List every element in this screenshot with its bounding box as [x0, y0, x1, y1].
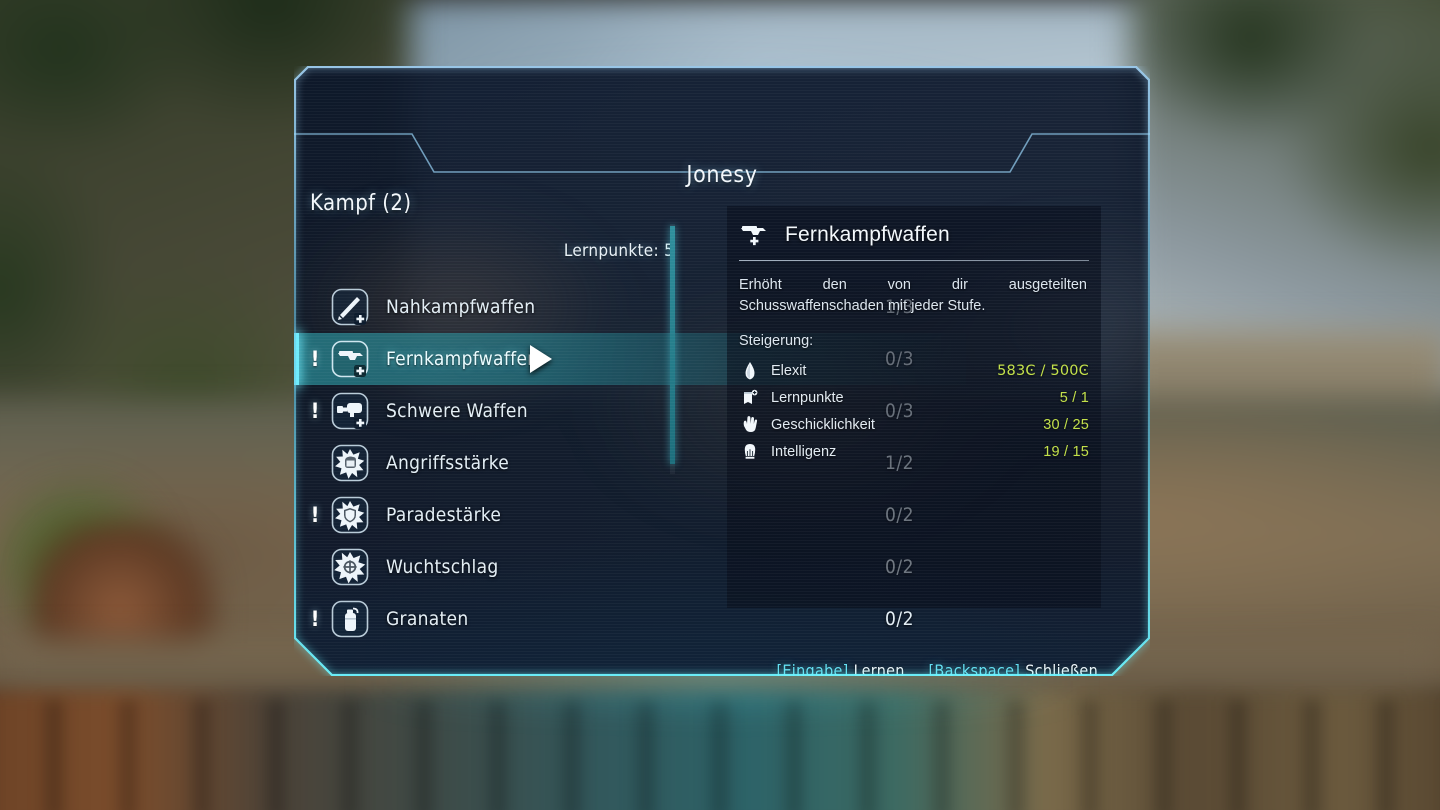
grenade-icon [330, 599, 370, 639]
hint-key-eingabe[interactable]: [Eingabe] [776, 661, 848, 676]
shield-burst-icon [330, 495, 370, 535]
requirement-row-geschicklichkeit: Geschicklichkeit 30 / 25 [739, 411, 1089, 438]
cursor-arrow-icon [530, 345, 552, 373]
detail-description: Erhöht den von dir ausgeteilten Schusswa… [739, 277, 1087, 314]
skill-name: Nahkampfwaffen [386, 296, 536, 318]
skill-list-scrollbar-thumb[interactable] [670, 226, 675, 464]
hand-icon [739, 415, 761, 435]
elexit-icon [739, 361, 761, 381]
hint-key-backspace[interactable]: [Backspace] [928, 661, 1020, 676]
crosshair-burst-icon [330, 547, 370, 587]
hint-action-lernen: Lernen [853, 661, 905, 676]
requirement-label: Lernpunkte [771, 389, 844, 406]
skill-name: Angriffsstärke [386, 452, 510, 474]
skill-name: Wuchtschlag [386, 556, 499, 578]
alert-icon: ! [310, 347, 320, 371]
alert-icon: ! [310, 503, 320, 527]
skill-name: Paradestärke [386, 504, 502, 526]
skill-rank: 0/2 [884, 608, 914, 630]
ranged-weapon-icon [330, 339, 370, 379]
skill-name: Fernkampfwaffen [386, 348, 539, 370]
skill-detail-panel: Fernkampfwaffen Erhöht den von dir ausge… [727, 206, 1101, 608]
alert-icon: ! [310, 607, 320, 631]
requirement-row-elexit: Elexit 583Ͼ / 500Ͼ [739, 357, 1089, 384]
character-name: Jonesy [686, 162, 758, 188]
alert-icon: ! [310, 399, 320, 423]
footer-hints: [Eingabe] Lernen [Backspace] Schließen [294, 661, 1150, 676]
requirement-value: 30 / 25 [1043, 416, 1089, 433]
heavy-weapon-icon [330, 391, 370, 431]
skill-menu-panel: Jonesy Kampf (2) Lernpunkte: 5 ! Nahkamp… [294, 66, 1150, 676]
requirements-heading: Steigerung: [739, 333, 814, 349]
skill-name: Granaten [386, 608, 469, 630]
category-title: Kampf (2) [310, 191, 412, 216]
requirement-label: Elexit [771, 362, 807, 379]
detail-header: Fernkampfwaffen [727, 206, 1101, 250]
foreground-weapon-detail [0, 700, 1440, 810]
head-icon [739, 442, 761, 462]
requirement-label: Geschicklichkeit [771, 416, 875, 433]
requirements-list: Elexit 583Ͼ / 500Ͼ Lernpunkte 5 / 1 Gesc… [739, 357, 1089, 465]
requirement-value: 5 / 1 [1059, 389, 1089, 406]
requirement-value: 19 / 15 [1043, 443, 1089, 460]
melee-weapon-icon [330, 287, 370, 327]
learnpoint-book-icon [739, 388, 761, 408]
detail-divider [739, 260, 1089, 261]
detail-title: Fernkampfwaffen [785, 223, 950, 246]
selection-indicator [294, 333, 299, 385]
requirement-row-intelligenz: Intelligenz 19 / 15 [739, 438, 1089, 465]
skill-name: Schwere Waffen [386, 400, 528, 422]
fist-burst-icon [330, 443, 370, 483]
requirement-row-lernpunkte: Lernpunkte 5 / 1 [739, 384, 1089, 411]
ranged-weapon-icon [739, 220, 773, 250]
requirement-label: Intelligenz [771, 443, 837, 460]
requirement-value: 583Ͼ / 500Ͼ [997, 362, 1089, 379]
hint-action-schliessen: Schließen [1025, 661, 1098, 676]
